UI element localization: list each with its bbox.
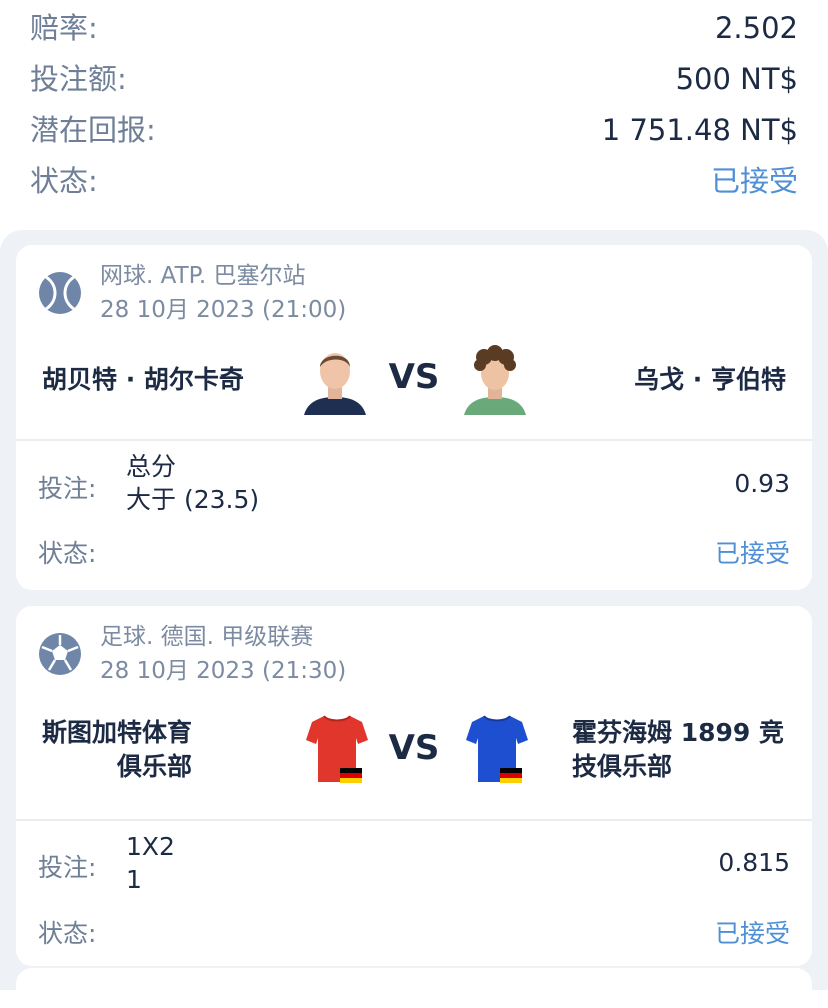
market-selection: 1 <box>126 865 142 894</box>
team1-name: 斯图加特体育 俱乐部 <box>42 716 192 784</box>
tennis-ball-icon <box>39 272 81 314</box>
potential-return-label: 潜在回报: <box>30 113 156 147</box>
team1-name-line1: 斯图加特体育 <box>42 718 193 747</box>
bet-status-value: 已接受 <box>714 919 790 948</box>
vs-label: VS <box>388 357 440 397</box>
bet-label: 投注: <box>38 853 97 882</box>
team1-jersey-icon <box>306 715 368 783</box>
stake-value: 500 NT$ <box>675 62 798 96</box>
event-date: 28 10月 2023 (21:00) <box>100 297 347 323</box>
stake-label: 投注额: <box>30 62 127 96</box>
stake-row: 投注额: 500 NT$ <box>30 54 798 104</box>
odds-label: 赔率: <box>30 11 98 45</box>
event-header: 网球. ATP. 巴塞尔站 28 10月 2023 (21:00) 胡贝特 · … <box>16 245 812 440</box>
player1-avatar <box>304 353 366 415</box>
team2-name: 乌戈 · 亨伯特 <box>634 365 786 394</box>
bet-odds: 0.815 <box>718 848 790 877</box>
bet-summary: 赔率: 2.502 投注额: 500 NT$ 潜在回报: 1 751.48 NT… <box>0 0 828 230</box>
team1-name-line2: 俱乐部 <box>117 752 193 781</box>
market-selection: 大于 (23.5) <box>126 485 260 514</box>
next-bet-card-edge <box>16 968 812 1008</box>
player2-avatar <box>464 345 526 415</box>
team2-name-line1: 霍芬海姆 1899 竞 <box>572 718 784 747</box>
potential-return-value: 1 751.48 NT$ <box>601 113 798 147</box>
status-value: 已接受 <box>710 164 798 198</box>
card-divider <box>16 439 812 441</box>
bet-label: 投注: <box>38 474 97 503</box>
bet-status-value: 已接受 <box>714 539 790 568</box>
league-name: 足球. 德国. 甲级联赛 <box>100 624 314 650</box>
soccer-ball-icon <box>39 633 81 675</box>
team2-jersey-icon <box>466 715 528 783</box>
bet-odds: 0.93 <box>734 469 790 498</box>
vs-label: VS <box>388 728 440 768</box>
bet-card-tennis[interactable]: 网球. ATP. 巴塞尔站 28 10月 2023 (21:00) 胡贝特 · … <box>16 245 812 590</box>
team2-name: 霍芬海姆 1899 竞 技俱乐部 <box>572 716 784 784</box>
team1-name: 胡贝特 · 胡尔卡奇 <box>42 365 244 394</box>
team2-name-line2: 技俱乐部 <box>572 752 673 781</box>
potential-return-row: 潜在回报: 1 751.48 NT$ <box>30 105 798 155</box>
event-header: 足球. 德国. 甲级联赛 28 10月 2023 (21:30) 斯图加特体育 … <box>16 606 812 801</box>
event-date: 28 10月 2023 (21:30) <box>100 658 347 684</box>
league-name: 网球. ATP. 巴塞尔站 <box>100 263 306 289</box>
bet-market: 总分 大于 (23.5) <box>126 450 259 516</box>
status-label: 状态: <box>30 164 98 198</box>
bet-status-label: 状态: <box>38 539 97 568</box>
status-row: 状态: 已接受 <box>30 156 798 206</box>
market-name: 1X2 <box>126 832 175 861</box>
bet-market: 1X2 1 <box>126 830 175 896</box>
market-name: 总分 <box>126 452 177 481</box>
bet-status-label: 状态: <box>38 919 97 948</box>
odds-value: 2.502 <box>714 11 798 45</box>
bet-card-football[interactable]: 足球. 德国. 甲级联赛 28 10月 2023 (21:30) 斯图加特体育 … <box>16 606 812 966</box>
card-divider <box>16 819 812 821</box>
odds-row: 赔率: 2.502 <box>30 3 798 53</box>
